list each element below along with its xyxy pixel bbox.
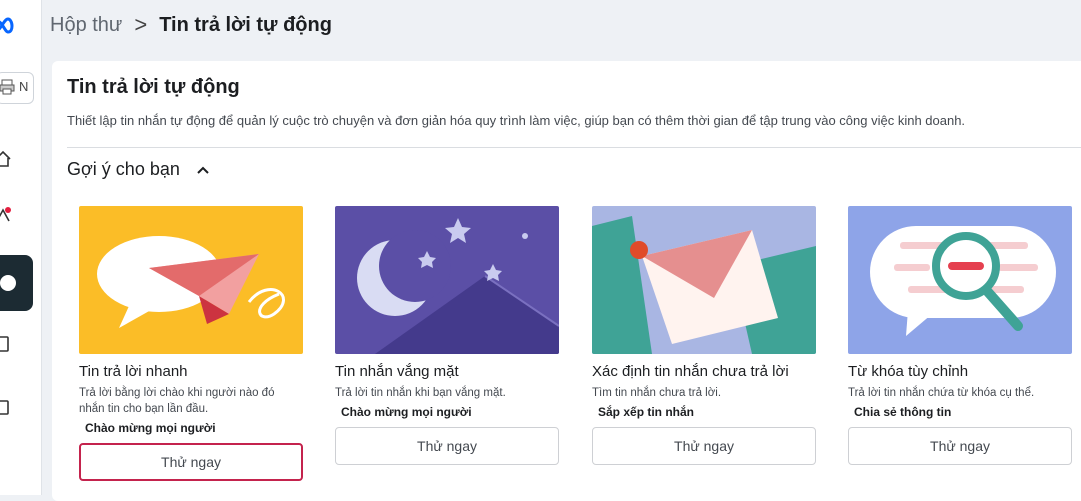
document-icon[interactable]	[0, 335, 12, 353]
inbox-nav-active[interactable]	[0, 255, 33, 311]
try-now-button[interactable]: Thử ngay	[335, 427, 559, 465]
card-description: Tìm tin nhắn chưa trả lời.	[592, 387, 722, 399]
card-title: Từ khóa tùy chỉnh	[848, 363, 969, 380]
card-description: Trả lời tin nhắn chứa từ khóa cụ thể.	[848, 387, 1035, 399]
try-now-button[interactable]: Thử ngay	[592, 427, 816, 465]
card-description: Trả lời bằng lời chào khi người nào đó n…	[79, 387, 275, 415]
breadcrumb-current: Tin trả lời tự động	[159, 13, 332, 36]
chat-bubble-icon	[0, 275, 16, 291]
left-nav-rail: N	[0, 0, 42, 495]
try-now-button[interactable]: Thử ngay	[848, 427, 1072, 465]
breadcrumb-inbox-link[interactable]: Hộp thư	[50, 14, 122, 37]
card-tag: Chào mừng mọi người	[341, 405, 472, 419]
card-title: Xác định tin nhắn chưa trả lời	[592, 363, 789, 380]
divider	[67, 147, 1081, 148]
page-title: Tin trả lời tự động	[67, 76, 240, 98]
meta-logo-icon[interactable]	[0, 12, 18, 44]
home-icon[interactable]	[0, 150, 12, 168]
account-switcher[interactable]: N	[0, 72, 34, 104]
page-description: Thiết lập tin nhắn tự động để quản lý cu…	[67, 113, 966, 128]
suggestion-card-quick-reply[interactable]: Tin trả lời nhanh Trả lời bằng lời chào …	[79, 206, 303, 481]
suggestion-card-custom-keywords[interactable]: Từ khóa tùy chỉnh Trả lời tin nhắn chứa …	[848, 206, 1072, 465]
suggestion-card-away-message[interactable]: Tin nhắn vắng mặt Trả lời tin nhắn khi b…	[335, 206, 559, 465]
card-description: Trả lời tin nhắn khi bạn vắng mặt.	[335, 387, 506, 399]
account-initial: N	[19, 79, 29, 94]
notifications-icon[interactable]	[0, 206, 12, 224]
suggestions-heading: Gợi ý cho bạn	[67, 159, 180, 179]
chevron-up-icon	[197, 166, 209, 174]
card-tag: Chia sẻ thông tin	[854, 405, 952, 419]
card-title: Tin nhắn vắng mặt	[335, 363, 459, 380]
printer-icon	[0, 79, 15, 95]
breadcrumb: Hộp thư > Tin trả lời tự động	[50, 8, 332, 42]
suggestion-card-unanswered[interactable]: Xác định tin nhắn chưa trả lời Tìm tin n…	[592, 206, 816, 465]
moon-night-illustration	[335, 206, 559, 354]
paper-plane-illustration	[79, 206, 303, 354]
magnifier-illustration	[848, 206, 1072, 354]
suggestions-toggle[interactable]: Gợi ý cho bạn	[67, 159, 210, 180]
try-now-button[interactable]: Thử ngay	[79, 443, 303, 481]
breadcrumb-separator: >	[134, 12, 148, 37]
card-title: Tin trả lời nhanh	[79, 363, 188, 380]
card-tag: Sắp xếp tin nhắn	[598, 405, 695, 419]
envelope-illustration	[592, 206, 816, 354]
auto-replies-panel: Tin trả lời tự động Thiết lập tin nhắn t…	[52, 61, 1081, 501]
clipboard-icon[interactable]	[0, 398, 12, 416]
card-tag: Chào mừng mọi người	[85, 421, 216, 435]
